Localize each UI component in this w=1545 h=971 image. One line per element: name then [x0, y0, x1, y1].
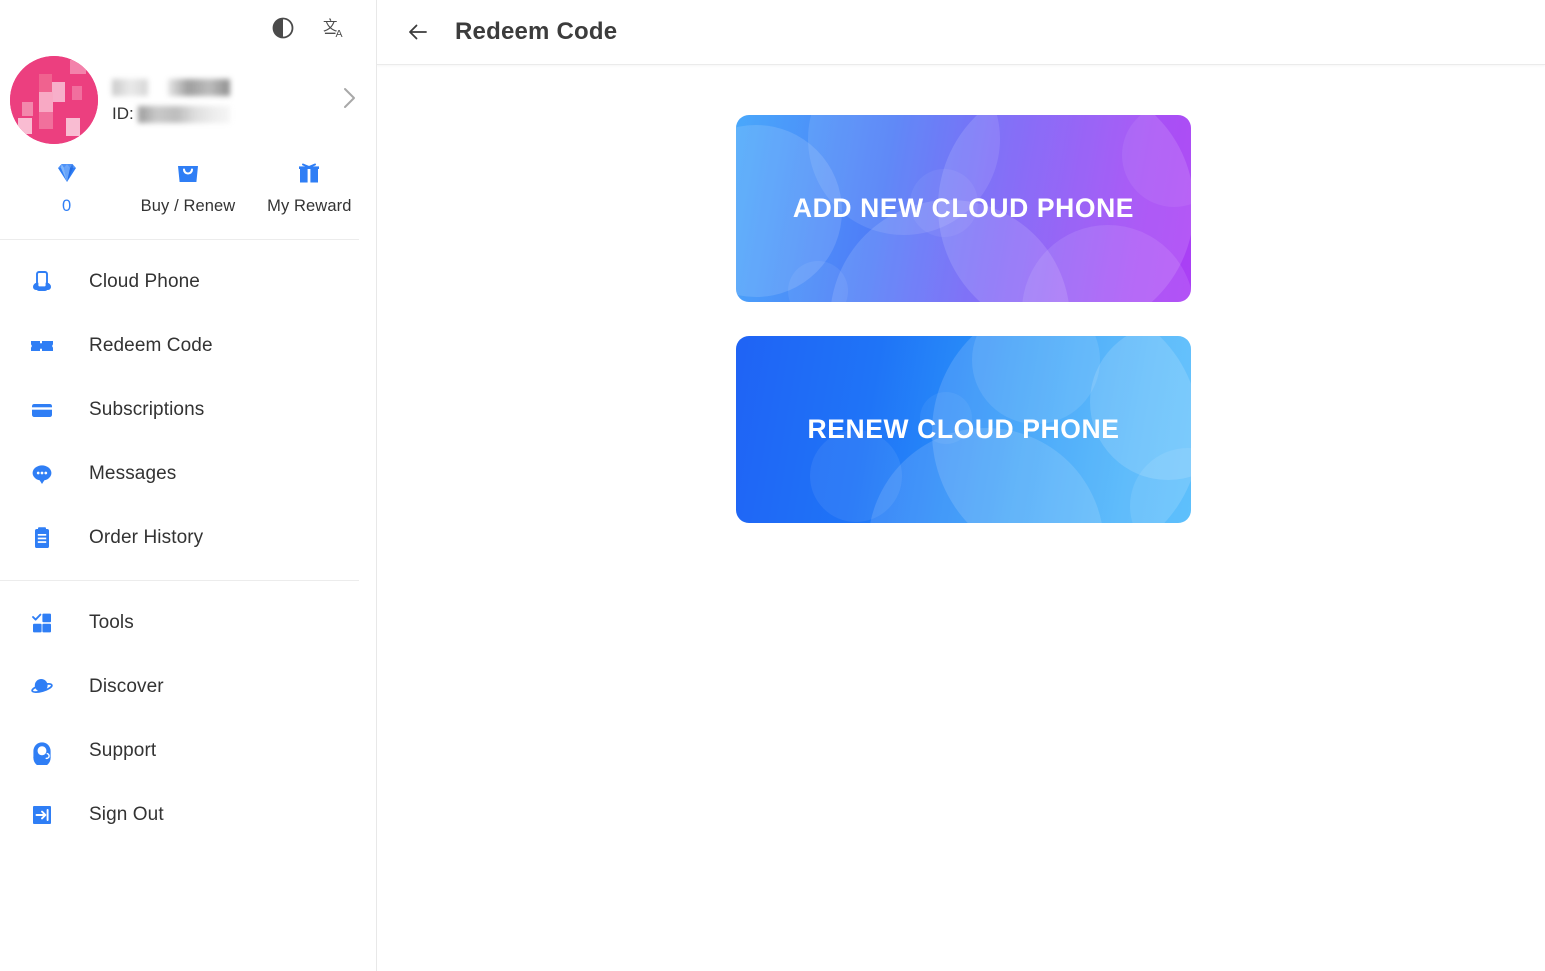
cloud-phone-icon [25, 265, 59, 299]
arrow-left-icon [405, 19, 431, 45]
sidebar-topbar: 文 A [0, 0, 376, 56]
shopping-bag-icon [174, 158, 202, 188]
add-new-cloud-phone-card[interactable]: ADD NEW CLOUD PHONE [736, 115, 1191, 302]
headset-agent-icon [25, 734, 59, 768]
sidebar-item-label: Support [59, 740, 156, 762]
sidebar-item-label: Messages [59, 463, 176, 485]
sidebar-item-label: Discover [59, 676, 164, 698]
sidebar-item-cloud-phone[interactable]: Cloud Phone [0, 250, 376, 314]
sidebar-nav: Cloud Phone Redeem Code [0, 240, 376, 847]
profile-id-value-redacted [138, 106, 230, 123]
translate-icon: 文 A [323, 16, 348, 41]
add-new-cloud-phone-label: ADD NEW CLOUD PHONE [793, 193, 1134, 224]
main-header: Redeem Code [377, 0, 1545, 65]
planet-icon [25, 670, 59, 704]
quick-action-buy-renew-label: Buy / Renew [141, 197, 236, 216]
profile-text: ID: [98, 76, 334, 124]
sidebar-item-discover[interactable]: Discover [0, 655, 376, 719]
sidebar-item-tools[interactable]: Tools [0, 591, 376, 655]
sidebar-item-label: Redeem Code [59, 335, 213, 357]
svg-text:A: A [335, 28, 343, 40]
avatar[interactable] [10, 56, 98, 144]
chevron-right-icon[interactable] [334, 84, 358, 116]
quick-action-my-reward[interactable]: My Reward [249, 158, 370, 216]
clipboard-list-icon [25, 521, 59, 555]
sign-out-icon [25, 798, 59, 832]
sidebar-item-label: Order History [59, 527, 203, 549]
main-content: Redeem Code [377, 0, 1545, 971]
contrast-half-circle-icon [271, 16, 295, 40]
profile-id-row: ID: [112, 104, 334, 124]
sidebar: 文 A [0, 0, 377, 971]
chat-bubble-icon [25, 457, 59, 491]
quick-action-buy-renew[interactable]: Buy / Renew [127, 158, 248, 216]
renew-cloud-phone-label: RENEW CLOUD PHONE [807, 414, 1119, 445]
quick-action-diamond[interactable]: 0 [6, 158, 127, 216]
theme-toggle-button[interactable] [270, 15, 296, 41]
sidebar-item-messages[interactable]: Messages [0, 442, 376, 506]
sidebar-item-label: Tools [59, 612, 134, 634]
sidebar-item-support[interactable]: Support [0, 719, 376, 783]
grid-tools-icon [25, 606, 59, 640]
renew-cloud-phone-card[interactable]: RENEW CLOUD PHONE [736, 336, 1191, 523]
quick-action-my-reward-label: My Reward [267, 197, 351, 216]
credit-card-icon [25, 393, 59, 427]
sidebar-item-label: Subscriptions [59, 399, 204, 421]
profile-name-redacted [112, 76, 334, 98]
profile-id-label: ID: [112, 104, 134, 124]
profile-row[interactable]: ID: [0, 56, 376, 144]
language-button[interactable]: 文 A [322, 15, 348, 41]
ticket-icon [25, 329, 59, 363]
sidebar-item-order-history[interactable]: Order History [0, 506, 376, 570]
quick-action-diamond-label: 0 [62, 197, 71, 216]
sidebar-item-sign-out[interactable]: Sign Out [0, 783, 376, 847]
sidebar-item-label: Cloud Phone [59, 271, 200, 293]
back-button[interactable] [403, 17, 433, 47]
sidebar-divider-mid [0, 580, 359, 581]
gift-icon [295, 158, 323, 188]
sidebar-item-subscriptions[interactable]: Subscriptions [0, 378, 376, 442]
sidebar-item-redeem-code[interactable]: Redeem Code [0, 314, 376, 378]
promo-cards-area: ADD NEW CLOUD PHONE [377, 65, 1545, 523]
quick-actions: 0 Buy / Renew [0, 158, 376, 216]
sidebar-item-label: Sign Out [59, 804, 164, 826]
page-title: Redeem Code [455, 18, 617, 46]
diamond-icon [53, 158, 81, 188]
app-root: 文 A [0, 0, 1545, 971]
